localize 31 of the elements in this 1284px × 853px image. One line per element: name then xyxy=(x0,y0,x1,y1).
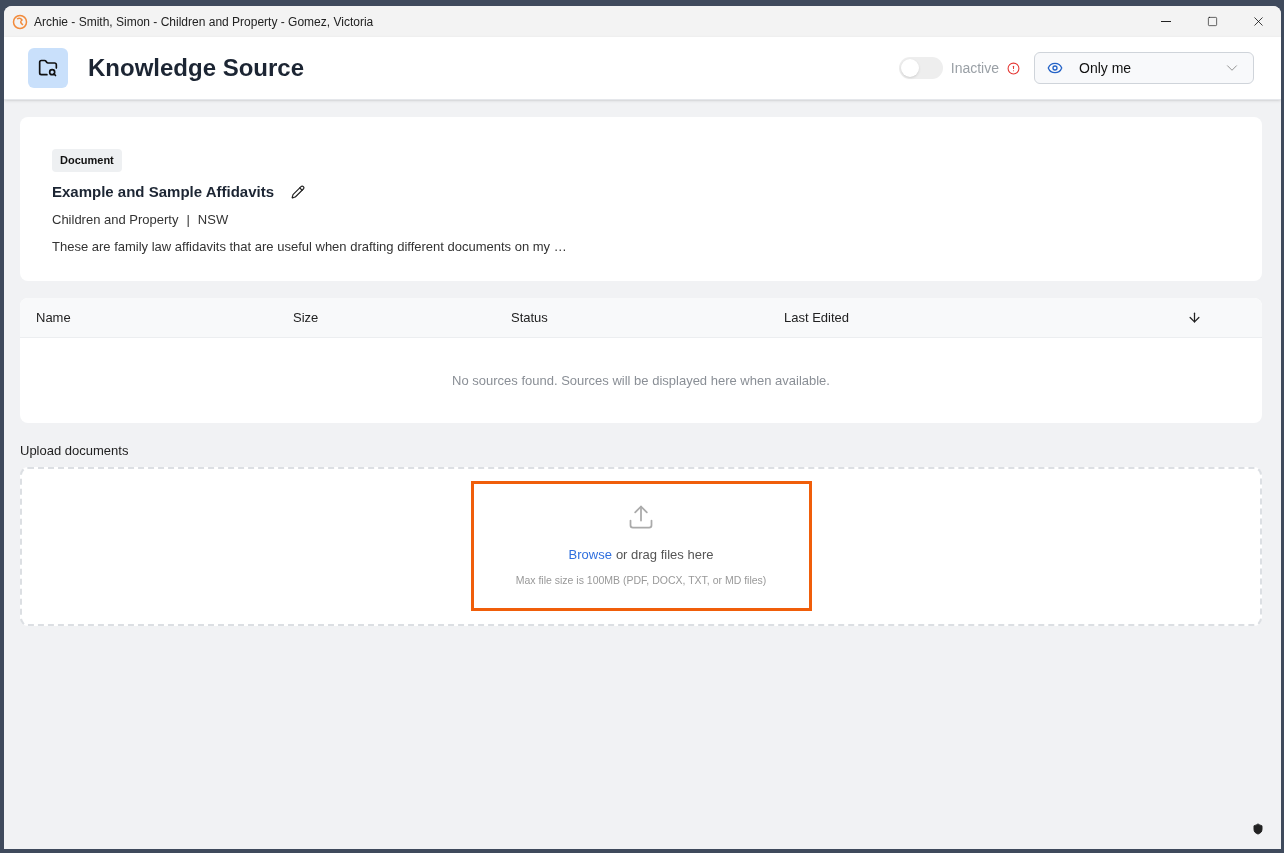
drag-prompt: or drag files here xyxy=(615,546,714,565)
dropzone[interactable]: Browse or drag files here Max file size is 100MB (PDF, DOCX, TXT, or MD files) xyxy=(20,466,1262,626)
sort-button[interactable] xyxy=(1187,310,1202,325)
window-title: Archie - Smith, Simon - Children and Property - Gomez, Victoria xyxy=(34,13,374,31)
minimize-icon xyxy=(1161,21,1171,22)
shield-icon[interactable] xyxy=(1252,823,1264,835)
app-logo-icon xyxy=(12,13,28,30)
warning-icon xyxy=(1007,61,1020,75)
visibility-dropdown[interactable]: Only me xyxy=(1034,52,1254,84)
page-title: Knowledge Source xyxy=(88,53,305,83)
region-text: NSW xyxy=(197,211,229,229)
document-badge: Document xyxy=(52,149,122,172)
column-header[interactable]: Status xyxy=(511,307,784,328)
file-hint: Max file size is 100MB (PDF, DOCX, TXT, or MD files) xyxy=(515,572,767,588)
upload-label: Upload documents xyxy=(20,442,130,460)
status-toggle[interactable] xyxy=(898,57,943,79)
source-title: Example and Sample Affidavits xyxy=(52,181,274,202)
folder-search-icon xyxy=(28,48,68,88)
eye-icon xyxy=(1047,60,1063,76)
category-text: Children and Property xyxy=(52,211,179,229)
maximize-icon xyxy=(1206,16,1218,27)
arrow-down-icon xyxy=(1187,310,1202,325)
column-header[interactable]: Size xyxy=(293,307,511,328)
empty-message: No sources found. Sources will be displayed here when available. xyxy=(452,371,830,390)
pencil-icon xyxy=(291,184,305,199)
description-text: These are family law affidavits that are useful when drafting different documents on my … xyxy=(52,237,567,256)
browse-link[interactable]: Browse xyxy=(568,545,612,565)
separator-text: | xyxy=(186,211,190,229)
column-header[interactable]: Last Edited xyxy=(784,307,1184,328)
status-label: Inactive xyxy=(950,58,999,78)
column-header[interactable]: Name xyxy=(36,307,293,328)
